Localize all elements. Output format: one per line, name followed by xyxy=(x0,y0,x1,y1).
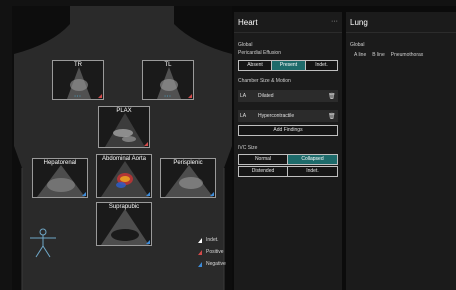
option-normal[interactable]: Normal xyxy=(238,154,288,165)
panel-title: Heart xyxy=(238,18,258,27)
add-findings-button[interactable]: Add Findings xyxy=(238,125,338,136)
legend-item-positive: Positive xyxy=(198,246,226,258)
view-label: Hepatorenal xyxy=(43,160,77,166)
view-plax-thumbnail[interactable]: PLAX xyxy=(98,106,150,148)
legend-item-indet: Indet. xyxy=(198,234,226,246)
ivc-segmented-control-row2: Distended Indet. xyxy=(238,166,338,177)
pager-dots: ••• xyxy=(164,93,172,98)
legend: Indet. Positive Negative xyxy=(198,234,226,270)
view-perisplenic-thumbnail[interactable]: Perisplenic xyxy=(160,158,216,198)
trash-icon[interactable]: 🗑 xyxy=(328,93,338,100)
view-label: Abdominal Aorta xyxy=(101,156,147,162)
view-suprapubic-thumbnail[interactable]: Suprapubic xyxy=(96,202,152,246)
view-tr-thumbnail[interactable]: TR ••• xyxy=(52,60,104,100)
lung-findings: A line B line Pneumothorax xyxy=(354,52,423,58)
section-ivc-label: IVC Size xyxy=(238,145,258,151)
view-label: TL xyxy=(164,62,172,68)
view-label: Suprapubic xyxy=(108,204,140,210)
lung-item-pneumothorax[interactable]: Pneumothorax xyxy=(391,52,424,58)
lung-item-a-line[interactable]: A line xyxy=(354,52,366,58)
option-collapsed[interactable]: Collapsed xyxy=(288,154,338,165)
section-pericardial-label: Pericardial Effusion xyxy=(238,50,281,56)
legend-item-negative: Negative xyxy=(198,258,226,270)
option-indet[interactable]: Indet. xyxy=(288,166,338,177)
view-abdominal-aorta-thumbnail[interactable]: Abdominal Aorta xyxy=(96,154,152,198)
panel-title: Lung xyxy=(350,18,368,27)
status-flag-negative xyxy=(82,192,86,196)
triangle-icon xyxy=(198,261,202,267)
triangle-icon xyxy=(198,249,202,255)
pager-dots: ••• xyxy=(74,93,82,98)
status-flag-positive xyxy=(98,94,102,98)
ivc-segmented-control-row1: Normal Collapsed xyxy=(238,154,338,165)
lung-panel: Lung Global A line B line Pneumothorax xyxy=(346,12,456,290)
pericardial-segmented-control: Absent Present Indet. xyxy=(238,60,338,71)
view-label: TR xyxy=(74,62,82,68)
section-chamber-label: Chamber Size & Motion xyxy=(238,78,291,84)
legend-label: Positive xyxy=(206,249,224,255)
legend-label: Indet. xyxy=(206,237,219,243)
section-global-label: Global xyxy=(350,42,365,48)
status-flag-negative xyxy=(146,240,150,244)
view-tl-thumbnail[interactable]: TL ••• xyxy=(142,60,194,100)
finding-code: LA xyxy=(240,93,247,99)
triangle-icon xyxy=(198,237,202,243)
status-flag-positive xyxy=(188,94,192,98)
option-absent[interactable]: Absent xyxy=(238,60,272,71)
body-figure-icon[interactable] xyxy=(26,228,60,258)
divider xyxy=(346,32,456,33)
finding-row[interactable]: LA Dilated 🗑 xyxy=(238,90,338,102)
finding-text: Hypercontractile xyxy=(258,113,295,119)
view-label: Perisplenic xyxy=(173,160,203,166)
option-indet[interactable]: Indet. xyxy=(306,60,338,71)
section-global-label: Global xyxy=(238,42,253,48)
heart-panel: Heart ··· Global Pericardial Effusion Ab… xyxy=(234,12,342,290)
status-flag-positive xyxy=(144,142,148,146)
status-flag-negative xyxy=(146,192,150,196)
finding-row[interactable]: LA Hypercontractile 🗑 xyxy=(238,110,338,122)
status-flag-negative xyxy=(210,192,214,196)
finding-text: Dilated xyxy=(258,93,274,99)
option-present[interactable]: Present xyxy=(272,60,306,71)
option-distended[interactable]: Distended xyxy=(238,166,288,177)
legend-label: Negative xyxy=(206,261,226,267)
more-icon[interactable]: ··· xyxy=(331,18,338,25)
view-label: PLAX xyxy=(116,108,132,114)
finding-code: LA xyxy=(240,113,247,119)
divider xyxy=(234,32,342,33)
lung-item-b-line[interactable]: B line xyxy=(372,52,385,58)
trash-icon[interactable]: 🗑 xyxy=(328,113,338,120)
view-hepatorenal-thumbnail[interactable]: Hepatorenal xyxy=(32,158,88,198)
